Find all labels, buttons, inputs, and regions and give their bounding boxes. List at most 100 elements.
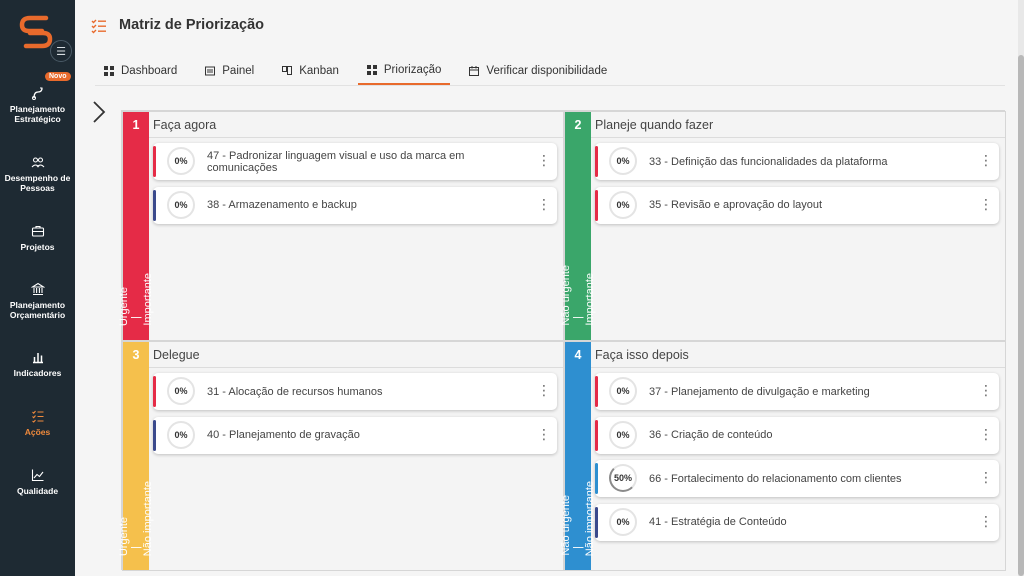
quadrant-strip: 1 Urgente | Importante bbox=[118, 112, 154, 340]
importance-label: Não importante bbox=[142, 480, 154, 556]
briefcase-icon bbox=[31, 225, 44, 237]
task-card[interactable]: 0% 40 - Planejamento de gravação ⋮ bbox=[153, 416, 557, 454]
task-card[interactable]: 0% 38 - Armazenamento e backup ⋮ bbox=[153, 186, 557, 224]
tab-painel[interactable]: Painel bbox=[196, 56, 263, 85]
priority-bar bbox=[595, 146, 598, 177]
page-header: Matriz de Priorização Dashboard Painel K… bbox=[75, 0, 1018, 88]
tab-label: Kanban bbox=[299, 64, 339, 77]
page-title: Matriz de Priorização bbox=[119, 17, 265, 33]
urgency-label: Não urgente bbox=[560, 495, 572, 556]
sidebar-item-label: Ações bbox=[24, 427, 51, 437]
tab-priorizacao[interactable]: Priorização bbox=[357, 56, 451, 85]
sidebar-item-projetos[interactable]: Projetos bbox=[0, 224, 75, 252]
task-card[interactable]: 0% 37 - Planejamento de divulgação e mar… bbox=[595, 373, 999, 410]
bank-icon bbox=[30, 282, 45, 296]
more-options-icon[interactable]: ⋮ bbox=[537, 149, 551, 171]
sidebar: ☰ Novo Planejamento Estratégico Desempen… bbox=[0, 0, 75, 576]
chevron-right-icon[interactable] bbox=[92, 101, 106, 123]
quadrant-title: Delegue bbox=[149, 342, 563, 368]
urgency-label: Urgente bbox=[118, 286, 130, 326]
progress-ring: 0% bbox=[609, 377, 637, 405]
scrollbar-thumb[interactable] bbox=[1018, 55, 1024, 576]
menu-toggle-button[interactable]: ☰ bbox=[50, 40, 72, 62]
priority-bar bbox=[595, 419, 598, 451]
priority-bar bbox=[153, 376, 156, 407]
importance-label: Importante bbox=[584, 273, 596, 326]
sidebar-item-label: Indicadores bbox=[13, 368, 62, 378]
quadrant-card-list: 0% 33 - Definição das funcionalidades da… bbox=[595, 143, 999, 230]
more-options-icon[interactable]: ⋮ bbox=[537, 379, 551, 401]
sidebar-item-label: Planejamento Orçamentário bbox=[9, 300, 66, 320]
quadrant-card-list: 0% 31 - Alocação de recursos humanos ⋮ 0… bbox=[153, 373, 557, 460]
grid-icon bbox=[366, 64, 377, 75]
importance-label: Importante bbox=[142, 273, 154, 326]
scrollbar[interactable] bbox=[1018, 0, 1024, 576]
task-title: 47 - Padronizar linguagem visual e uso d… bbox=[207, 149, 465, 174]
progress-ring: 0% bbox=[167, 420, 195, 449]
route-icon bbox=[31, 87, 43, 100]
task-title: 35 - Revisão e aprovação do layout bbox=[649, 199, 823, 211]
task-title: 31 - Alocação de recursos humanos bbox=[207, 385, 383, 398]
quadrant-title: Faça isso depois bbox=[591, 342, 1005, 368]
more-options-icon[interactable]: ⋮ bbox=[537, 423, 551, 445]
task-card[interactable]: 0% 47 - Padronizar linguagem visual e us… bbox=[153, 143, 557, 180]
quadrant-card-list: 0% 47 - Padronizar linguagem visual e us… bbox=[153, 143, 557, 230]
quadrant-4: 4 Não urgente | Não importante Faça isso… bbox=[560, 341, 1006, 571]
tab-bar: Dashboard Painel Kanban Priorização Veri… bbox=[95, 56, 626, 85]
priority-bar bbox=[595, 506, 598, 538]
tab-label: Painel bbox=[222, 64, 255, 77]
task-card[interactable]: 0% 31 - Alocação de recursos humanos ⋮ bbox=[153, 373, 557, 410]
separator: | bbox=[572, 316, 584, 319]
tab-verificar-disponibilidade[interactable]: Verificar disponibilidade bbox=[460, 56, 616, 85]
tab-dashboard[interactable]: Dashboard bbox=[95, 56, 186, 85]
task-title: 41 - Estratégia de Conteúdo bbox=[649, 516, 787, 528]
quadrant-strip: 2 Não urgente | Importante bbox=[560, 112, 596, 340]
tab-label: Dashboard bbox=[121, 64, 178, 77]
more-options-icon[interactable]: ⋮ bbox=[979, 379, 993, 401]
sidebar-item-planejamento-orcamentario[interactable]: Planejamento Orçamentário bbox=[0, 282, 75, 320]
trend-icon bbox=[31, 469, 43, 482]
sidebar-item-planejamento-estrategico[interactable]: Planejamento Estratégico bbox=[0, 86, 75, 124]
dashboard-icon bbox=[104, 65, 114, 76]
progress-ring: 50% bbox=[609, 464, 637, 492]
more-options-icon[interactable]: ⋮ bbox=[537, 193, 551, 215]
priority-bar bbox=[153, 146, 156, 177]
sidebar-item-label: Planejamento Estratégico bbox=[9, 104, 66, 124]
tab-kanban[interactable]: Kanban bbox=[273, 56, 348, 85]
sidebar-item-desempenho-de-pessoas[interactable]: Desempenho de Pessoas bbox=[0, 155, 75, 193]
task-card[interactable]: 0% 36 - Criação de conteúdo ⋮ bbox=[595, 416, 999, 454]
progress-ring: 0% bbox=[609, 147, 637, 175]
task-title: 36 - Criação de conteúdo bbox=[649, 429, 773, 441]
task-title: 33 - Definição das funcionalidades da pl… bbox=[649, 155, 888, 168]
more-options-icon[interactable]: ⋮ bbox=[979, 466, 993, 488]
more-options-icon[interactable]: ⋮ bbox=[979, 510, 993, 532]
sidebar-item-acoes[interactable]: Ações bbox=[0, 409, 75, 437]
progress-ring: 0% bbox=[167, 190, 195, 219]
task-card[interactable]: 0% 33 - Definição das funcionalidades da… bbox=[595, 143, 999, 180]
task-title: 40 - Planejamento de gravação bbox=[207, 429, 360, 441]
separator: | bbox=[572, 546, 584, 549]
sidebar-item-label: Projetos bbox=[20, 242, 55, 252]
task-card[interactable]: 0% 35 - Revisão e aprovação do layout ⋮ bbox=[595, 186, 999, 224]
priority-matrix: 1 Urgente | Importante Faça agora 0% 47 … bbox=[118, 110, 1006, 571]
more-options-icon[interactable]: ⋮ bbox=[979, 423, 993, 445]
sidebar-item-indicadores[interactable]: Indicadores bbox=[0, 350, 75, 378]
priority-bar bbox=[595, 189, 598, 221]
sidebar-item-qualidade[interactable]: Qualidade bbox=[0, 468, 75, 496]
more-options-icon[interactable]: ⋮ bbox=[979, 193, 993, 215]
quadrant-2: 2 Não urgente | Importante Planeje quand… bbox=[560, 111, 1006, 341]
new-badge: Novo bbox=[45, 72, 71, 81]
quadrant-strip: 4 Não urgente | Não importante bbox=[560, 342, 596, 570]
app-logo[interactable] bbox=[18, 14, 54, 50]
quadrant-axis-label: Não urgente | Não importante bbox=[560, 366, 596, 556]
bar-chart-icon bbox=[32, 353, 43, 364]
checklist-icon bbox=[91, 19, 106, 34]
task-card[interactable]: 50% 66 - Fortalecimento do relacionament… bbox=[595, 460, 999, 497]
people-icon bbox=[31, 157, 44, 168]
separator: | bbox=[130, 546, 142, 549]
task-card[interactable]: 0% 41 - Estratégia de Conteúdo ⋮ bbox=[595, 503, 999, 541]
quadrant-axis-label: Não urgente | Importante bbox=[560, 136, 596, 326]
urgency-label: Urgente bbox=[118, 516, 130, 556]
quadrant-number: 3 bbox=[132, 348, 140, 362]
more-options-icon[interactable]: ⋮ bbox=[979, 149, 993, 171]
